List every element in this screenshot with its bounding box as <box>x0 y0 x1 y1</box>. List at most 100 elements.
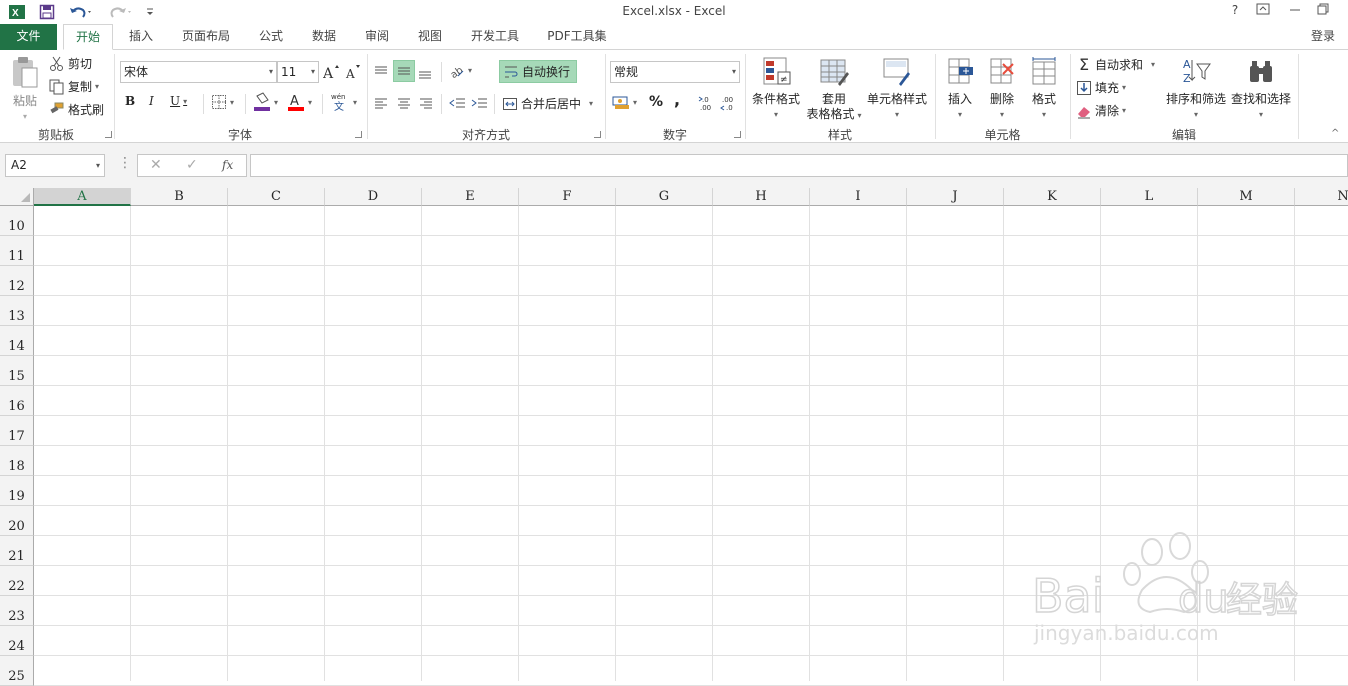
grow-font-button[interactable]: A <box>323 64 341 80</box>
cut-button[interactable]: 剪切 <box>49 55 92 72</box>
conditional-format-button[interactable]: ≠ 条件格式 ▾ <box>750 56 802 122</box>
format-cells-button[interactable]: 格式 ▾ <box>1026 56 1062 122</box>
row-header-18[interactable]: 18 <box>0 446 34 476</box>
column-header-k[interactable]: K <box>1004 188 1101 206</box>
column-header-j[interactable]: J <box>907 188 1004 206</box>
number-format-combo[interactable]: 常规 ▾ <box>610 61 740 83</box>
tab-review[interactable]: 审阅 <box>358 24 396 50</box>
borders-button[interactable]: ▾ <box>211 94 234 110</box>
row-header-24[interactable]: 24 <box>0 626 34 656</box>
help-button[interactable]: ? <box>1224 3 1246 21</box>
enter-icon[interactable]: ✓ <box>186 157 198 173</box>
orientation-button[interactable]: ab ▾ <box>449 62 472 78</box>
tab-formulas[interactable]: 公式 <box>252 24 290 50</box>
column-header-a[interactable]: A <box>34 188 131 206</box>
align-center-button[interactable] <box>396 95 412 111</box>
percent-button[interactable]: % <box>649 94 663 110</box>
column-header-f[interactable]: F <box>519 188 616 206</box>
tab-view[interactable]: 视图 <box>411 24 449 50</box>
column-header-i[interactable]: I <box>810 188 907 206</box>
accounting-format-button[interactable]: ▾ <box>612 94 637 110</box>
tab-home[interactable]: 开始 <box>63 24 113 50</box>
insert-cells-button[interactable]: 插入 ▾ <box>942 56 978 122</box>
align-bottom-button[interactable] <box>417 62 435 82</box>
tab-file[interactable]: 文件 <box>0 24 57 50</box>
merge-center-button[interactable]: 合并后居中 ▾ <box>502 95 593 112</box>
wrap-text-button[interactable]: 自动换行 <box>499 60 578 83</box>
name-box[interactable]: A2 ▾ <box>5 154 105 177</box>
row-header-11[interactable]: 11 <box>0 236 34 266</box>
fill-color-button[interactable]: ▾ <box>253 92 278 112</box>
phonetic-button[interactable]: wén 文 ▾ <box>330 92 357 112</box>
row-header-17[interactable]: 17 <box>0 416 34 446</box>
autosum-button[interactable]: Σ 自动求和 ▾ <box>1076 55 1155 74</box>
column-header-b[interactable]: B <box>131 188 228 206</box>
paste-button[interactable]: 粘贴 ▾ <box>6 56 44 121</box>
tab-pdf-tools[interactable]: PDF工具集 <box>541 24 613 50</box>
row-header-10[interactable]: 10 <box>0 206 34 236</box>
increase-indent-button[interactable] <box>470 95 488 111</box>
copy-button[interactable]: 复制 ▾ <box>49 78 99 95</box>
login-link[interactable]: 登录 <box>1303 24 1343 50</box>
cell-styles-button[interactable]: 单元格样式 ▾ <box>865 56 929 122</box>
row-header-25[interactable]: 25 <box>0 656 34 686</box>
shrink-font-button[interactable]: A <box>345 64 363 80</box>
row-header-15[interactable]: 15 <box>0 356 34 386</box>
align-left-button[interactable] <box>373 95 389 111</box>
row-header-20[interactable]: 20 <box>0 506 34 536</box>
comma-button[interactable]: , <box>674 90 680 109</box>
insert-function-button[interactable]: fx <box>222 158 233 172</box>
minimize-button[interactable] <box>1284 3 1306 21</box>
column-header-d[interactable]: D <box>325 188 422 206</box>
row-header-12[interactable]: 12 <box>0 266 34 296</box>
find-select-button[interactable]: 查找和选择 ▾ <box>1230 56 1292 122</box>
align-top-button[interactable] <box>373 62 391 82</box>
row-header-19[interactable]: 19 <box>0 476 34 506</box>
cancel-icon[interactable]: ✕ <box>150 157 162 173</box>
sort-filter-button[interactable]: AZ 排序和筛选 ▾ <box>1165 56 1227 122</box>
italic-button[interactable]: I <box>149 94 154 108</box>
font-launcher-icon[interactable] <box>355 131 362 138</box>
decrease-decimal-button[interactable]: .00.0 <box>720 94 738 112</box>
column-header-e[interactable]: E <box>422 188 519 206</box>
restore-button[interactable] <box>1312 3 1334 21</box>
column-header-g[interactable]: G <box>616 188 713 206</box>
tab-page-layout[interactable]: 页面布局 <box>175 24 237 50</box>
ribbon-display-button[interactable] <box>1252 3 1274 21</box>
align-middle-button[interactable] <box>393 60 415 82</box>
row-header-22[interactable]: 22 <box>0 566 34 596</box>
bold-button[interactable]: B <box>125 94 135 108</box>
column-header-l[interactable]: L <box>1101 188 1198 206</box>
row-header-21[interactable]: 21 <box>0 536 34 566</box>
increase-decimal-button[interactable]: .0.00 <box>698 94 716 112</box>
column-header-c[interactable]: C <box>228 188 325 206</box>
collapse-ribbon-icon[interactable]: ^ <box>1331 128 1339 139</box>
column-header-m[interactable]: M <box>1198 188 1295 206</box>
font-name-combo[interactable]: 宋体 ▾ <box>120 61 277 83</box>
underline-button[interactable]: U ▾ <box>170 94 187 108</box>
tab-insert[interactable]: 插入 <box>122 24 160 50</box>
clipboard-launcher-icon[interactable] <box>105 131 112 138</box>
font-color-button[interactable]: A ▾ <box>287 92 312 112</box>
delete-cells-button[interactable]: 删除 ▾ <box>984 56 1020 122</box>
row-header-13[interactable]: 13 <box>0 296 34 326</box>
align-right-button[interactable] <box>418 95 434 111</box>
tab-developer[interactable]: 开发工具 <box>464 24 526 50</box>
select-all-button[interactable] <box>0 188 34 206</box>
alignment-launcher-icon[interactable] <box>594 131 601 138</box>
number-launcher-icon[interactable] <box>734 131 741 138</box>
row-header-16[interactable]: 16 <box>0 386 34 416</box>
font-size-combo[interactable]: 11 ▾ <box>277 61 319 83</box>
tab-data[interactable]: 数据 <box>305 24 343 50</box>
format-as-table-button[interactable]: 套用 表格格式 ▾ <box>804 56 864 123</box>
column-header-n[interactable]: N <box>1295 188 1348 206</box>
row-header-23[interactable]: 23 <box>0 596 34 626</box>
formula-input[interactable] <box>250 154 1348 177</box>
clear-button[interactable]: 清除 ▾ <box>1076 102 1126 119</box>
formula-bar-options-icon[interactable]: ⋮ <box>118 155 132 171</box>
row-header-14[interactable]: 14 <box>0 326 34 356</box>
fill-button[interactable]: 填充 ▾ <box>1076 79 1126 96</box>
decrease-indent-button[interactable] <box>448 95 466 111</box>
format-painter-button[interactable]: 格式刷 <box>49 101 104 118</box>
column-header-h[interactable]: H <box>713 188 810 206</box>
